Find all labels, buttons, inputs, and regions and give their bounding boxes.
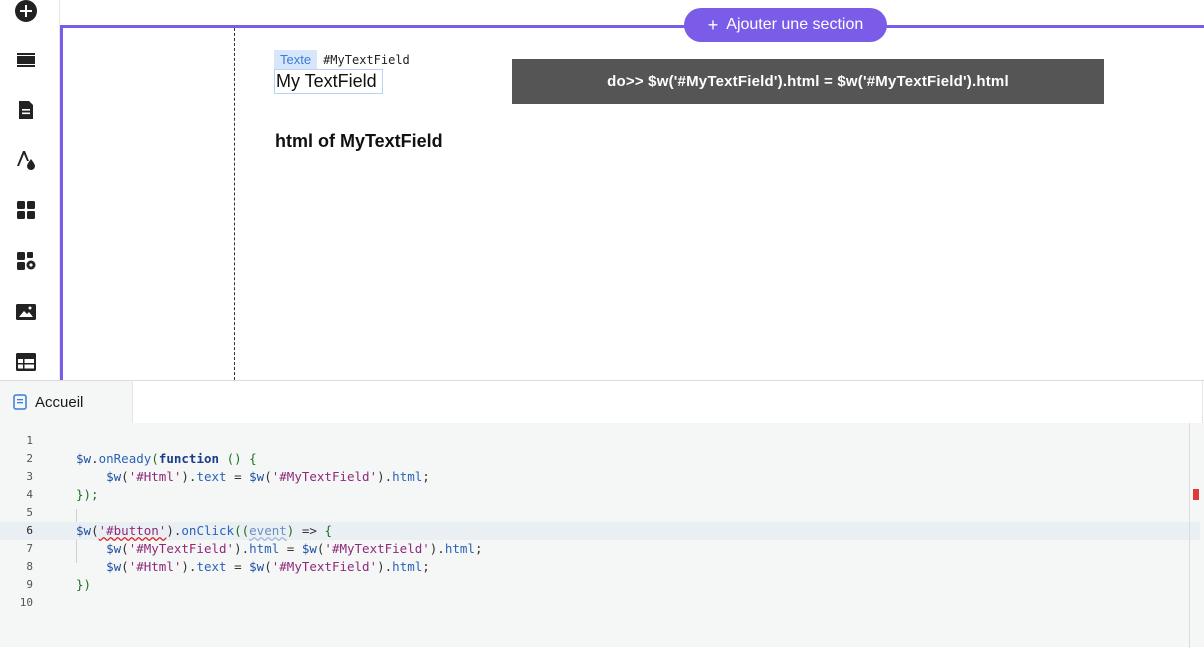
media-button[interactable] (10, 296, 42, 328)
code-tab-bar: Accueil (0, 381, 1204, 423)
plus-icon: + (707, 15, 719, 35)
add-elements-button[interactable] (10, 0, 42, 27)
column-gridline (234, 28, 235, 380)
pages-icon (19, 101, 33, 119)
editor-canvas: + Ajouter une section Texte #MyTextField… (60, 0, 1204, 380)
business-icon (17, 252, 36, 270)
business-button[interactable] (10, 245, 42, 277)
code-editor[interactable]: 1 2 $w.onReady(function () { 3 $w('#Html'… (0, 432, 1200, 648)
sections-icon (17, 53, 35, 67)
element-id-label: #MyTextField (317, 52, 416, 67)
add-section-button[interactable]: + Ajouter une section (684, 8, 887, 42)
code-line: 3 $w('#Html').text = $w('#MyTextField').… (26, 469, 430, 484)
element-tag: Texte #MyTextField (274, 50, 416, 69)
element-type-label: Texte (274, 50, 318, 69)
code-line: 8 $w('#Html').text = $w('#MyTextField').… (26, 559, 430, 574)
code-line: 5 (26, 506, 33, 519)
code-panel: Accueil 1 2 $w.onReady(function () { 3 $w… (0, 380, 1204, 648)
left-toolbar (0, 0, 60, 380)
code-line: 7 $w('#MyTextField').html = $w('#MyTextF… (26, 541, 483, 556)
add-section-label: Ajouter une section (726, 16, 864, 33)
error-marker[interactable] (1193, 489, 1199, 500)
apps-icon (17, 201, 35, 219)
design-button[interactable] (10, 144, 42, 176)
page-icon (13, 394, 27, 410)
do-button[interactable]: do>> $w('#MyTextField').html = $w('#MyTe… (512, 59, 1104, 104)
tab-accueil[interactable]: Accueil (0, 381, 133, 423)
code-line: 4}); (26, 487, 99, 502)
my-textfield-element[interactable]: My TextField (274, 69, 383, 94)
code-line: 9}) (26, 577, 92, 592)
editor-scrollbar-track[interactable] (1189, 423, 1190, 648)
apps-button[interactable] (10, 194, 42, 226)
code-line: 2 $w.onReady(function () { (26, 451, 257, 466)
code-line-active: 6 $w('#button').onClick((event) => { (0, 522, 1200, 540)
sections-button[interactable] (10, 44, 42, 76)
code-line: 1 (26, 434, 33, 447)
tab-label: Accueil (35, 393, 84, 411)
design-icon (17, 151, 35, 170)
cms-icon (16, 353, 36, 371)
pages-button[interactable] (10, 94, 42, 126)
html-text-element[interactable]: html of MyTextField (275, 131, 443, 152)
tab-bar-empty (133, 381, 1203, 423)
add-icon (15, 0, 37, 22)
code-line: 10 (19, 596, 33, 609)
media-icon (16, 304, 36, 320)
cms-button[interactable] (10, 346, 42, 378)
